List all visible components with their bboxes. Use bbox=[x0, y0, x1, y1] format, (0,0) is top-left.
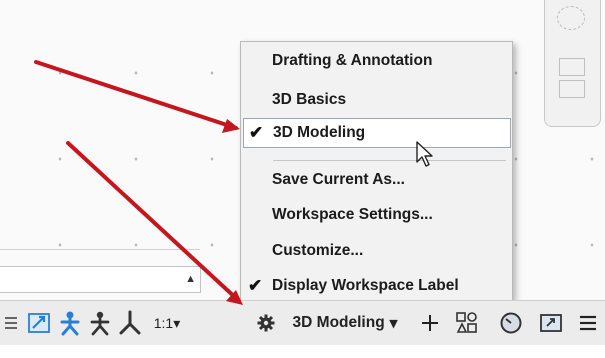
clean-screen-icon[interactable] bbox=[536, 301, 566, 345]
ucs-icon[interactable] bbox=[116, 301, 144, 345]
isolate-objects-icon[interactable] bbox=[452, 301, 482, 345]
chevron-down-icon: ▾ bbox=[389, 314, 398, 332]
annotation-monitor-icon[interactable] bbox=[24, 301, 54, 345]
auto-scale-icon[interactable] bbox=[86, 301, 114, 345]
menu-item-label: Customize... bbox=[272, 242, 364, 259]
annotation-scale-dropdown[interactable]: 1:1 ▾ bbox=[148, 301, 186, 345]
hardware-accel-icon[interactable] bbox=[496, 301, 526, 345]
menu-separator bbox=[273, 160, 506, 161]
menu-item-drafting-annotation[interactable]: Drafting & Annotation bbox=[241, 47, 512, 75]
menu-item-workspace-settings[interactable]: Workspace Settings... bbox=[241, 201, 512, 229]
menu-item-3d-basics[interactable]: 3D Basics bbox=[241, 86, 512, 114]
menu-item-display-workspace-label[interactable]: ✔ Display Workspace Label bbox=[241, 272, 512, 300]
menu-item-customize[interactable]: Customize... bbox=[241, 237, 512, 265]
menu-lines-icon[interactable] bbox=[2, 301, 20, 345]
steering-wheel-icon[interactable] bbox=[557, 6, 585, 30]
annotation-visibility-icon[interactable] bbox=[56, 301, 84, 345]
checkmark-icon: ✔ bbox=[248, 276, 263, 295]
annotation-scale-value: 1:1 bbox=[153, 315, 174, 331]
command-line[interactable]: ▲ bbox=[0, 249, 201, 293]
menu-item-label: Save Current As... bbox=[272, 171, 405, 188]
status-bar: 1:1 ▾ 3D Modeling ▾ bbox=[0, 300, 605, 346]
workspace-switch-dropdown[interactable]: 3D Modeling ▾ bbox=[282, 301, 408, 345]
menu-item-label: Drafting & Annotation bbox=[272, 52, 433, 69]
command-history-divider bbox=[0, 249, 200, 250]
menu-item-label: 3D Basics bbox=[272, 91, 347, 108]
checkmark-icon: ✔ bbox=[249, 123, 264, 142]
navigation-bar[interactable] bbox=[544, 0, 601, 127]
scroll-up-icon[interactable]: ▲ bbox=[185, 273, 196, 285]
plus-icon[interactable] bbox=[418, 301, 442, 345]
menu-item-label: 3D Modeling bbox=[273, 124, 366, 141]
menu-item-3d-modeling[interactable]: ✔ 3D Modeling bbox=[243, 118, 511, 148]
workspace-current-label: 3D Modeling bbox=[292, 314, 385, 331]
chevron-down-icon: ▾ bbox=[173, 314, 181, 331]
menu-item-save-current-as[interactable]: Save Current As... bbox=[241, 166, 512, 194]
menu-item-label: Display Workspace Label bbox=[272, 277, 459, 294]
customization-icon[interactable] bbox=[574, 301, 602, 345]
pan-icon[interactable] bbox=[559, 58, 585, 76]
mouse-pointer-icon bbox=[416, 141, 433, 167]
zoom-icon[interactable] bbox=[559, 80, 585, 98]
workspace-menu: Drafting & Annotation 3D Basics ✔ 3D Mod… bbox=[240, 41, 513, 301]
window-bottom-edge bbox=[0, 345, 605, 358]
workspace-gear-icon[interactable] bbox=[254, 301, 278, 345]
menu-item-label: Workspace Settings... bbox=[272, 206, 433, 223]
